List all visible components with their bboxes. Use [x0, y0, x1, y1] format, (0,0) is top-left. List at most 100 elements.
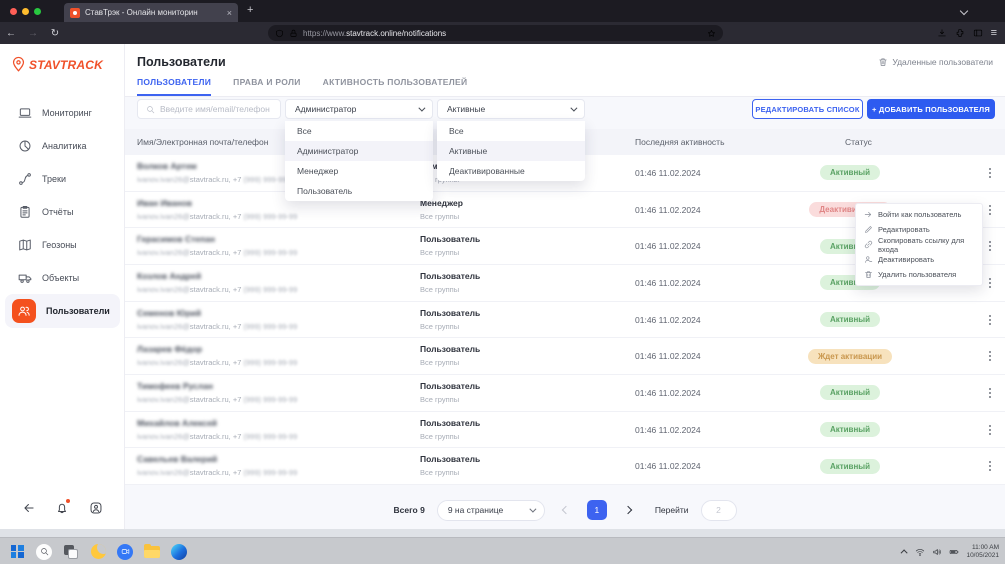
- taskbar-search-icon[interactable]: [35, 543, 53, 561]
- system-tray: 11:00 AM 10/05/2021: [903, 538, 999, 564]
- row-actions-menu-button[interactable]: [989, 448, 991, 484]
- sidebar-item[interactable]: Треки: [0, 162, 125, 195]
- back-button[interactable]: ←: [0, 28, 22, 39]
- reload-button[interactable]: ↻: [44, 28, 66, 39]
- user-role-cell: Пользователь Все группы: [420, 271, 480, 294]
- total-count: Всего 9: [394, 505, 425, 515]
- add-user-button[interactable]: + ДОБАВИТЬ ПОЛЬЗОВАТЕЛЯ: [867, 99, 995, 119]
- list-tabs-chevron-icon[interactable]: [960, 7, 968, 15]
- user-contact: ivanov.ivan26@stavtrack.ru, +7 (999) 999…: [137, 248, 297, 257]
- row-actions-menu-button[interactable]: [989, 412, 991, 448]
- page-number-button[interactable]: 1: [587, 500, 607, 520]
- bookmark-star-icon[interactable]: [707, 29, 716, 38]
- context-menu-item[interactable]: Деактивировать: [856, 252, 982, 267]
- wifi-icon[interactable]: [915, 547, 925, 557]
- volume-icon[interactable]: [932, 547, 942, 557]
- os-taskbar: 11:00 AM 10/05/2021: [0, 537, 1005, 564]
- extensions-icon[interactable]: [955, 28, 965, 38]
- user-name: Волков Артем: [137, 161, 297, 171]
- goto-page-input[interactable]: 2: [701, 500, 737, 521]
- new-tab-button[interactable]: +: [247, 4, 253, 16]
- row-actions-menu-button[interactable]: [989, 302, 991, 338]
- user-group: Все группы: [420, 358, 480, 367]
- table-row: Тимофеев Руслан ivanov.ivan26@stavtrack.…: [125, 375, 1005, 412]
- dropdown-option[interactable]: Деактивированные: [437, 161, 585, 181]
- prev-page-button[interactable]: [557, 501, 575, 519]
- maximize-window-button[interactable]: [34, 8, 41, 15]
- deleted-users-link[interactable]: Удаленные пользователи: [878, 57, 993, 67]
- dropdown-option[interactable]: Активные: [437, 141, 585, 161]
- taskbar-icons: [8, 538, 188, 564]
- sidebar-panel-icon[interactable]: [973, 28, 983, 38]
- stavtrack-logo[interactable]: STAVTRACK: [10, 56, 103, 73]
- sidebar-item[interactable]: Геозоны: [0, 228, 125, 261]
- minimize-window-button[interactable]: [22, 8, 29, 15]
- clock[interactable]: 11:00 AM 10/05/2021: [966, 544, 999, 560]
- close-window-button[interactable]: [10, 8, 17, 15]
- row-actions-menu-button[interactable]: [989, 192, 991, 228]
- context-menu-item[interactable]: Удалить пользователя: [856, 267, 982, 282]
- user-search-input[interactable]: Введите имя/email/телефон: [137, 99, 281, 119]
- sidebar-item-label: Треки: [42, 174, 66, 184]
- url-bar[interactable]: https://www.stavtrack.online/notificatio…: [268, 25, 723, 41]
- moon-app-icon[interactable]: [89, 543, 107, 561]
- users-icon: [12, 299, 36, 323]
- account-icon[interactable]: [89, 501, 103, 515]
- row-actions-menu-button[interactable]: [989, 265, 991, 301]
- dropdown-option[interactable]: Менеджер: [285, 161, 433, 181]
- user-name: Семенов Юрий: [137, 308, 297, 318]
- row-actions-menu-button[interactable]: [989, 375, 991, 411]
- page-tab[interactable]: ПРАВА И РОЛИ: [233, 77, 301, 96]
- status-filter-dropdown: Все Активные Деактивированные: [437, 121, 585, 181]
- forward-button[interactable]: →: [22, 28, 44, 39]
- edge-browser-icon[interactable]: [170, 543, 188, 561]
- browser-tab[interactable]: СтавТрэк - Онлайн мониторин ×: [64, 3, 238, 22]
- sidebar-item[interactable]: Пользователи: [5, 294, 120, 328]
- menu-hamburger-icon[interactable]: ≡: [991, 27, 997, 39]
- chat-app-icon[interactable]: [116, 543, 134, 561]
- context-menu-item[interactable]: Войти как пользователь: [856, 207, 982, 222]
- notifications-bell-icon[interactable]: [55, 501, 69, 515]
- edit-list-button[interactable]: РЕДАКТИРОВАТЬ СПИСОК: [752, 99, 863, 119]
- sidebar-item[interactable]: Объекты: [0, 261, 125, 294]
- status-filter-select[interactable]: Активные: [437, 99, 585, 119]
- chevron-down-icon: [529, 505, 536, 512]
- page-tab[interactable]: АКТИВНОСТЬ ПОЛЬЗОВАТЕЛЕЙ: [323, 77, 468, 96]
- task-view-icon[interactable]: [62, 543, 80, 561]
- logo-pin-icon: [10, 56, 27, 73]
- sidebar-item[interactable]: Мониторинг: [0, 96, 125, 129]
- context-menu-item[interactable]: Скопировать ссылку для входа: [856, 237, 982, 252]
- dropdown-option[interactable]: Все: [437, 121, 585, 141]
- sidebar-item[interactable]: Аналитика: [0, 129, 125, 162]
- downloads-icon[interactable]: [937, 28, 947, 38]
- user-role-cell: Менеджер Все группы: [420, 198, 463, 221]
- next-page-button[interactable]: [619, 501, 637, 519]
- col-header-status: Статус: [845, 137, 872, 147]
- tray-expand-icon[interactable]: [901, 549, 908, 556]
- sidebar-item-label: Отчёты: [42, 207, 73, 217]
- role-filter-select[interactable]: Администратор: [285, 99, 433, 119]
- file-explorer-icon[interactable]: [143, 543, 161, 561]
- row-actions-menu-button[interactable]: [989, 155, 991, 191]
- page-tabs: ПОЛЬЗОВАТЕЛИ ПРАВА И РОЛИ АКТИВНОСТЬ ПОЛ…: [137, 77, 467, 96]
- tracking-shield-icon[interactable]: [275, 29, 284, 38]
- start-button[interactable]: [8, 543, 26, 561]
- sidebar-item[interactable]: Отчёты: [0, 195, 125, 228]
- page-tab[interactable]: ПОЛЬЗОВАТЕЛИ: [137, 77, 211, 96]
- battery-icon[interactable]: [949, 547, 959, 557]
- dropdown-option[interactable]: Все: [285, 121, 433, 141]
- status-cell: Активный: [780, 412, 920, 448]
- dropdown-option[interactable]: Администратор: [285, 141, 433, 161]
- per-page-select[interactable]: 9 на странице: [437, 500, 545, 521]
- lock-icon: [289, 29, 298, 38]
- row-actions-menu-button[interactable]: [989, 338, 991, 374]
- user-name-cell: Лазарев Фёдор ivanov.ivan26@stavtrack.ru…: [137, 344, 297, 367]
- role-filter-value: Администратор: [295, 104, 356, 114]
- user-name: Тимофеев Руслан: [137, 381, 297, 391]
- collapse-arrow-icon[interactable]: [22, 501, 36, 515]
- row-actions-menu-button[interactable]: [989, 228, 991, 264]
- status-filter-value: Активные: [447, 104, 485, 114]
- dropdown-option[interactable]: Пользователь: [285, 181, 433, 201]
- tab-close-icon[interactable]: ×: [227, 8, 232, 18]
- status-badge: Активный: [820, 165, 880, 180]
